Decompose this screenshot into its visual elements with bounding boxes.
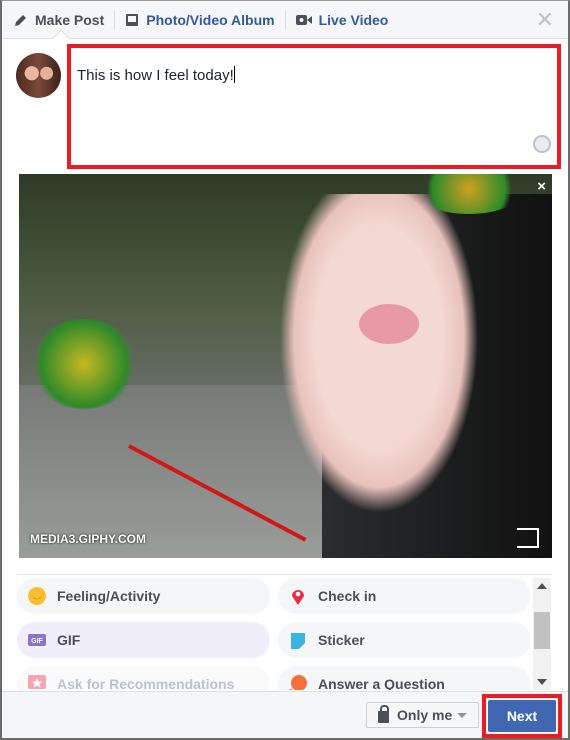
option-feeling-activity[interactable]: Feeling/Activity xyxy=(17,578,270,614)
post-options-list: Feeling/Activity Check in GIF GIF Sticke… xyxy=(17,578,530,690)
option-answer-a-question[interactable]: Answer a Question xyxy=(278,666,530,690)
privacy-label: Only me xyxy=(397,707,453,723)
lock-icon xyxy=(378,705,389,723)
option-gif[interactable]: GIF GIF xyxy=(17,622,270,658)
scrollbar-thumb[interactable] xyxy=(534,612,550,649)
photo-album-icon xyxy=(126,13,139,26)
text-cursor xyxy=(233,66,235,83)
remove-media-icon[interactable]: × xyxy=(537,178,546,195)
option-label: Sticker xyxy=(318,632,365,648)
option-ask-for-recommendations[interactable]: Ask for Recommendations xyxy=(17,666,270,690)
scroll-down-arrow-icon[interactable] xyxy=(537,679,547,685)
gif-image-snout xyxy=(359,304,419,344)
option-label: GIF xyxy=(57,632,81,648)
option-check-in[interactable]: Check in xyxy=(278,578,530,614)
tab-label: Make Post xyxy=(35,11,105,28)
question-bubble-icon xyxy=(289,675,307,690)
close-icon[interactable]: ✕ xyxy=(536,9,554,31)
privacy-selector[interactable]: Only me xyxy=(366,702,479,728)
post-text-input[interactable]: This is how I feel today! xyxy=(67,44,561,169)
recommendation-star-icon xyxy=(28,675,46,689)
composer-header: Make Post Photo/Video Album Live Video ✕ xyxy=(2,1,568,39)
open-external-icon[interactable] xyxy=(517,528,539,548)
gif-image-pinwheel xyxy=(29,319,139,409)
sticker-icon xyxy=(291,633,305,649)
option-label: Answer a Question xyxy=(318,676,445,690)
gif-preview: × MEDIA3.GIPHY.COM xyxy=(19,174,552,558)
tab-live-video[interactable]: Live Video xyxy=(295,1,389,38)
tab-label: Live Video xyxy=(318,11,389,28)
avatar xyxy=(16,53,61,98)
pencil-icon xyxy=(15,14,26,26)
post-text: This is how I feel today! xyxy=(77,67,234,84)
tab-label: Photo/Video Album xyxy=(146,11,275,28)
next-button[interactable]: Next xyxy=(488,700,556,732)
video-camera-icon xyxy=(295,14,312,25)
divider xyxy=(114,10,116,29)
next-button-highlight: Next xyxy=(482,694,562,738)
option-label: Check in xyxy=(318,588,377,604)
scroll-up-arrow-icon[interactable] xyxy=(537,583,547,589)
divider xyxy=(284,10,286,29)
option-label: Feeling/Activity xyxy=(57,588,161,604)
options-scrollbar[interactable] xyxy=(533,578,551,690)
media-credit: MEDIA3.GIPHY.COM xyxy=(30,532,147,546)
smiley-icon xyxy=(28,587,46,605)
chevron-down-icon xyxy=(457,712,468,718)
gif-icon: GIF xyxy=(28,634,46,646)
smiley-icon[interactable] xyxy=(533,135,551,153)
gif-image-pig xyxy=(279,194,479,514)
option-sticker[interactable]: Sticker xyxy=(278,622,530,658)
divider xyxy=(17,574,552,575)
svg-text:GIF: GIF xyxy=(31,638,43,645)
location-pin-icon xyxy=(292,590,304,605)
tab-photo-video-album[interactable]: Photo/Video Album xyxy=(125,1,275,38)
option-label: Ask for Recommendations xyxy=(57,676,235,690)
